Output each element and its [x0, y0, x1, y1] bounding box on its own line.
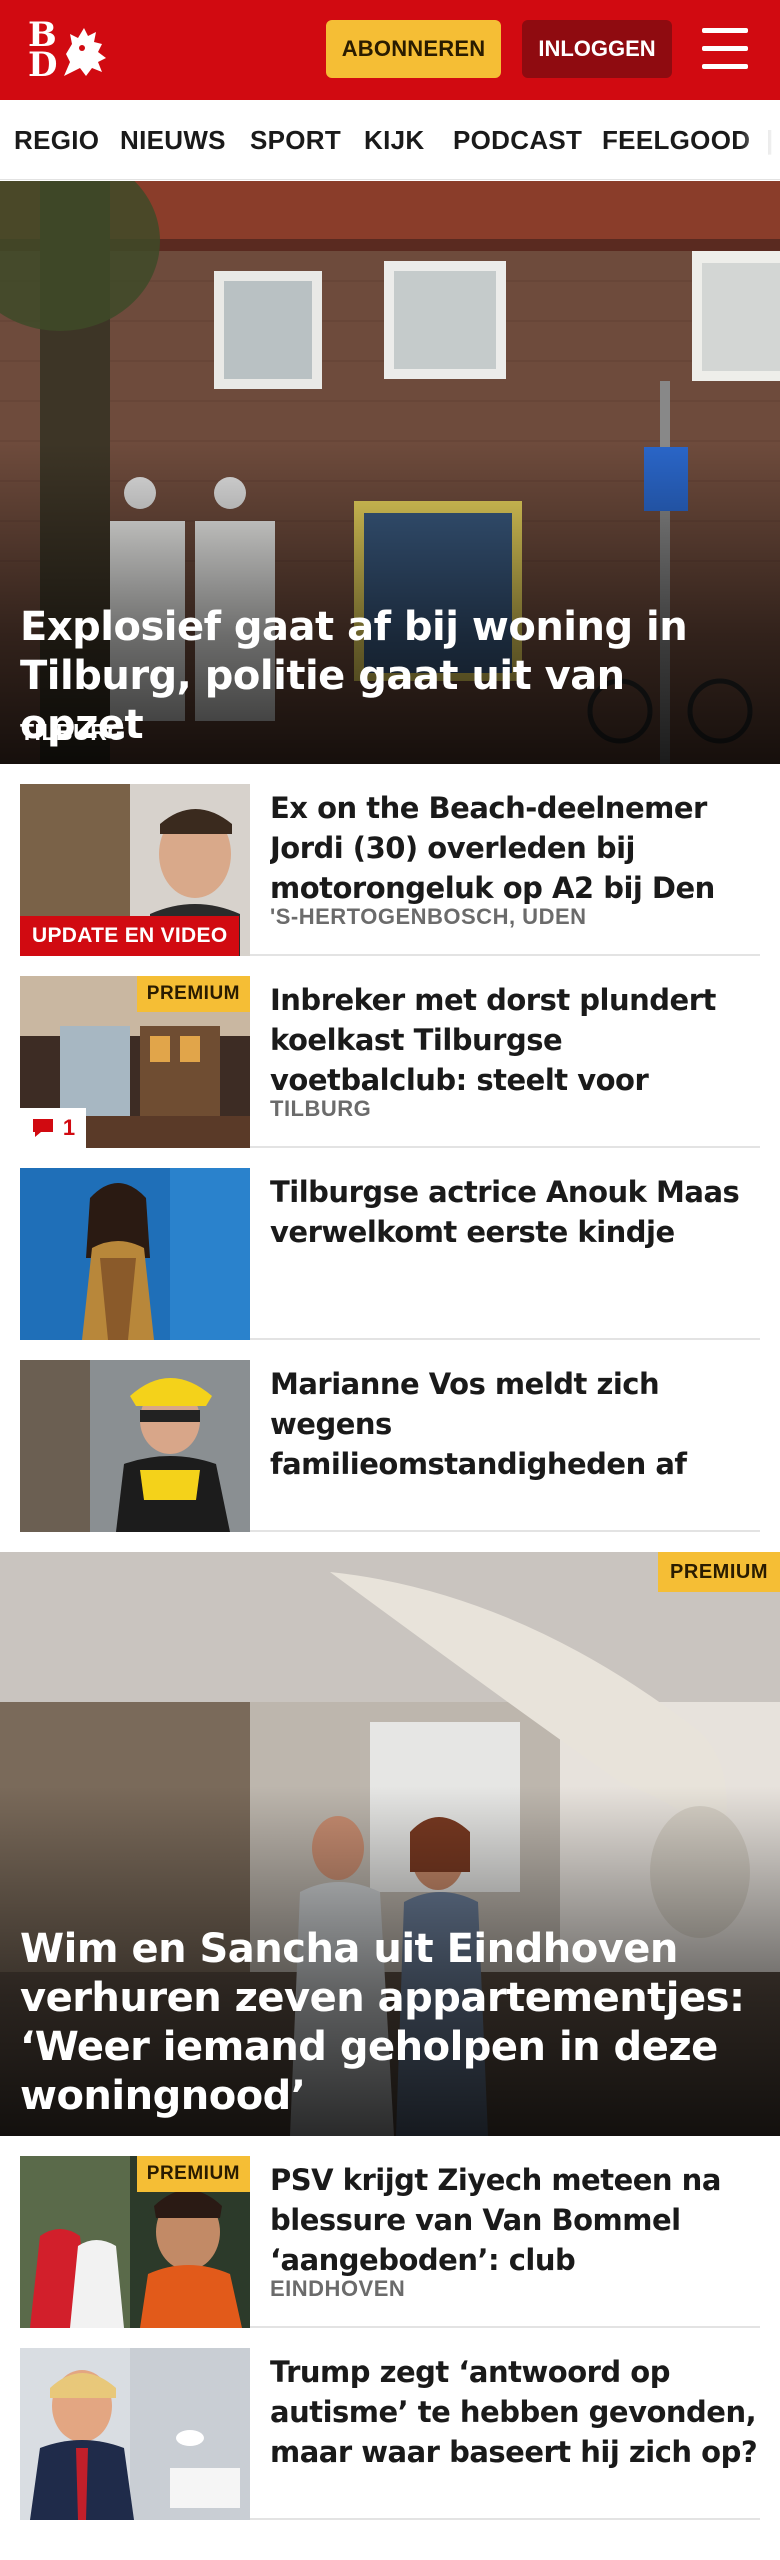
nav-item-regio[interactable]: REGIO	[14, 100, 99, 179]
hamburger-menu-icon[interactable]	[698, 26, 752, 72]
nav-item-podcast[interactable]: PODCAST	[453, 100, 582, 179]
list-item[interactable]: PREMIUM 1 Inbreker met dorst plundert ko…	[20, 956, 760, 1148]
article-title[interactable]: Marianne Vos meldt zich wegens familieom…	[270, 1364, 760, 1484]
premium-badge: PREMIUM	[136, 2156, 250, 2192]
comment-count-value: 1	[62, 1115, 76, 1140]
article-location: 'S-HERTOGENBOSCH, UDEN	[270, 904, 587, 929]
hero-location: TILBURG	[20, 719, 126, 745]
feature-article[interactable]: PREMIUM Wim en Sancha uit Eindhoven verh…	[0, 1552, 780, 2136]
list-item[interactable]: Trump zegt ‘antwoord op autisme’ te hebb…	[20, 2328, 760, 2520]
hero-title[interactable]: Explosief gaat af bij woning in Tilburg,…	[20, 603, 760, 750]
comment-icon	[32, 1119, 53, 1137]
nav-scroll-fade	[740, 100, 780, 179]
article-thumbnail	[20, 1360, 250, 1532]
article-location: EINDHOVEN	[270, 2276, 406, 2301]
nav-item-nieuws[interactable]: NIEUWS	[120, 100, 226, 179]
site-header: B D ABONNEREN INLOGGEN	[0, 0, 780, 100]
article-thumbnail: PREMIUM	[20, 2156, 250, 2328]
list-item[interactable]: Tilburgse actrice Anouk Maas verwelkomt …	[20, 1148, 760, 1340]
subscribe-button[interactable]: ABONNEREN	[326, 20, 501, 78]
nav-item-kijk[interactable]: KIJK	[364, 100, 424, 179]
article-thumbnail	[20, 2348, 250, 2520]
list-item[interactable]: PREMIUM PSV krijgt Ziyech meteen na bles…	[20, 2136, 760, 2328]
article-title[interactable]: Ex on the Beach-deelnemer Jordi (30) ove…	[270, 788, 760, 908]
thumbnail-image	[20, 1168, 250, 1340]
thumbnail-image	[20, 1360, 250, 1532]
lion-logo-icon	[64, 28, 106, 76]
list-item[interactable]: Marianne Vos meldt zich wegens familieom…	[20, 1340, 760, 1532]
list-item[interactable]: UPDATE EN VIDEO Ex on the Beach-deelneme…	[20, 764, 760, 956]
article-title[interactable]: Tilburgse actrice Anouk Maas verwelkomt …	[270, 1172, 760, 1252]
section-nav: REGIO NIEUWS SPORT KIJK PODCAST FEELGOOD…	[0, 100, 780, 180]
article-thumbnail	[20, 1168, 250, 1340]
article-title[interactable]: Inbreker met dorst plundert koelkast Til…	[270, 980, 760, 1100]
feature-title[interactable]: Wim en Sancha uit Eindhoven verhuren zev…	[20, 1925, 760, 2121]
logo-letter-d: D	[28, 45, 58, 85]
site-logo[interactable]: B D	[22, 18, 118, 84]
premium-badge: PREMIUM	[658, 1552, 780, 1592]
hero-article[interactable]: Explosief gaat af bij woning in Tilburg,…	[0, 181, 780, 764]
login-button[interactable]: INLOGGEN	[522, 20, 672, 78]
nav-item-sport[interactable]: SPORT	[250, 100, 341, 179]
comment-count[interactable]: 1	[20, 1108, 86, 1148]
thumbnail-image	[20, 2348, 250, 2520]
article-location: TILBURG	[270, 1096, 372, 1121]
article-thumbnail: PREMIUM 1	[20, 976, 250, 1148]
nav-item-feelgood[interactable]: FEELGOOD	[602, 100, 750, 179]
article-title[interactable]: PSV krijgt Ziyech meteen na blessure van…	[270, 2160, 760, 2280]
article-title[interactable]: Trump zegt ‘antwoord op autisme’ te hebb…	[270, 2352, 760, 2472]
update-video-tag: UPDATE EN VIDEO	[20, 916, 240, 956]
premium-badge: PREMIUM	[136, 976, 250, 1012]
article-thumbnail: UPDATE EN VIDEO	[20, 784, 250, 956]
